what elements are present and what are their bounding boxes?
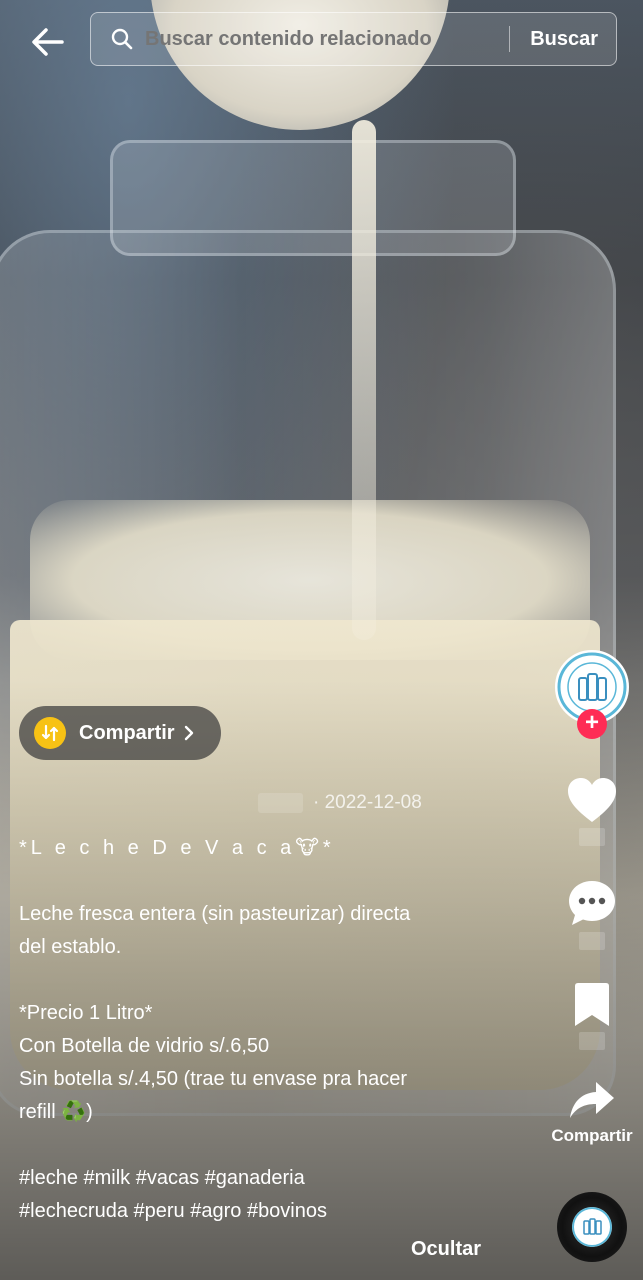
share-button[interactable]: Compartir xyxy=(540,1080,643,1146)
author-name-redacted xyxy=(258,793,303,813)
caption-line: Con Botella de vidrio s/.6,50 xyxy=(19,1035,270,1057)
comment-count xyxy=(579,932,605,950)
post-meta: · 2022-12-08 xyxy=(258,792,422,814)
share-label: Compartir xyxy=(551,1126,633,1145)
hide-caption-button[interactable]: Ocultar xyxy=(411,1238,481,1261)
follow-button[interactable]: + xyxy=(577,709,607,739)
post-caption: *L e c h e D e V a c a🐮* Leche fresca en… xyxy=(19,832,539,1228)
share-pill-label: Compartir xyxy=(79,721,175,744)
bookmark-button[interactable] xyxy=(560,982,624,1050)
caption-line: Leche fresca entera (sin pasteurizar) di… xyxy=(19,903,411,925)
comment-icon xyxy=(569,881,615,925)
caption-line: Sin botella s/.4,50 (trae tu envase pra … xyxy=(19,1068,408,1090)
heart-icon xyxy=(568,778,616,822)
caption-title: *L e c h e D e V a c a🐮* xyxy=(19,837,335,859)
caption-line: *Precio 1 Litro* xyxy=(19,1002,153,1024)
bookmark-count xyxy=(579,1032,605,1050)
search-submit-button[interactable]: Buscar xyxy=(510,28,616,51)
search-icon xyxy=(111,28,133,50)
post-date: · 2022-12-08 xyxy=(313,792,422,813)
video-milk-stream xyxy=(352,120,376,640)
search-bar[interactable]: Buscar xyxy=(90,12,617,66)
caption-hashtags[interactable]: #lechecruda #peru #agro #bovinos xyxy=(19,1195,539,1228)
caption-line: refill ♻️) xyxy=(19,1101,93,1123)
like-count xyxy=(579,828,605,846)
bookmark-icon xyxy=(575,983,609,1026)
back-arrow-icon xyxy=(32,28,64,56)
caption-line: del establo. xyxy=(19,936,122,958)
music-disc[interactable] xyxy=(557,1192,627,1262)
back-button[interactable] xyxy=(28,22,68,62)
like-button[interactable] xyxy=(560,776,624,846)
search-input[interactable] xyxy=(143,26,510,52)
repost-icon xyxy=(34,717,66,749)
caption-hashtags[interactable]: #leche #milk #vacas #ganaderia xyxy=(19,1162,539,1195)
comment-button[interactable] xyxy=(560,878,624,950)
music-disc-icon xyxy=(572,1207,612,1247)
chevron-right-icon xyxy=(184,725,193,741)
share-arrow-icon xyxy=(570,1082,614,1118)
share-pill-button[interactable]: Compartir xyxy=(19,706,221,760)
